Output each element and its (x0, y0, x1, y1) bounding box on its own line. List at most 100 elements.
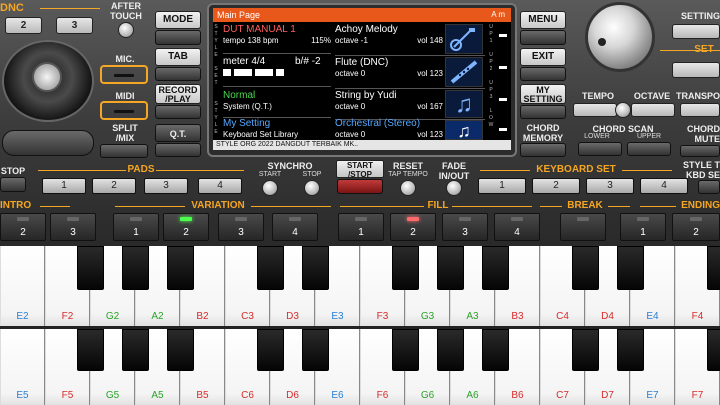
style-cell[interactable]: DUT MANUAL 1 tempo 138 bpm 115% (223, 24, 331, 52)
fade-button[interactable] (446, 180, 462, 196)
key-label: B6 (511, 390, 524, 401)
chord-memory-button[interactable] (520, 143, 566, 157)
tempo-knob-icon[interactable] (615, 102, 631, 118)
exit-sub-button[interactable] (520, 67, 566, 81)
black-key[interactable] (166, 329, 194, 371)
key-label: F2 (61, 311, 74, 322)
mode-sub-button[interactable] (155, 30, 201, 45)
section-button[interactable]: 1 (338, 213, 384, 241)
black-key[interactable] (121, 329, 149, 371)
qt-button[interactable]: Q.T. (155, 124, 201, 142)
black-key[interactable] (481, 246, 509, 290)
tab-sub-button[interactable] (155, 67, 201, 81)
section-button[interactable]: 2 (163, 213, 209, 241)
pad-1-button[interactable]: 1 (42, 178, 86, 194)
octave-button[interactable] (631, 103, 675, 117)
start-stop-label: START /STOP (336, 160, 384, 179)
kbd-set-4-button[interactable]: 4 (640, 178, 688, 194)
kbd-set-1-button[interactable]: 1 (478, 178, 526, 194)
voice-row-up3[interactable]: String by Yudi octave 0 vol 167 (335, 90, 443, 118)
black-key[interactable] (436, 329, 464, 371)
section-button[interactable]: 4 (272, 213, 318, 241)
record-play-button[interactable]: RECORD /PLAY (155, 84, 201, 104)
section-button[interactable]: 2 (672, 213, 720, 241)
pad-2-button[interactable]: 2 (92, 178, 136, 194)
menu-sub-button[interactable] (520, 30, 566, 45)
qt-sub-button[interactable] (155, 143, 201, 157)
transpose-button[interactable] (680, 103, 720, 117)
voice-row-up2[interactable]: Flute (DNC) octave 0 vol 123 (335, 57, 443, 87)
black-key[interactable] (76, 246, 104, 290)
program-cell[interactable]: Normal System (Q.T.) (223, 90, 331, 116)
white-key-e5[interactable]: E5 (0, 329, 45, 405)
black-key[interactable] (391, 329, 419, 371)
key-label: F4 (691, 311, 704, 322)
set-button[interactable] (672, 62, 720, 78)
menu-button[interactable]: MENU (520, 11, 566, 29)
synchro-start-button[interactable] (262, 180, 278, 196)
black-key[interactable] (301, 246, 329, 290)
black-key[interactable] (616, 329, 644, 371)
after-touch-button[interactable] (118, 22, 134, 38)
section-button[interactable]: 3 (442, 213, 488, 241)
chord-mute-label: CHORD MUTE (687, 124, 720, 144)
intro-label: INTRO (0, 200, 32, 211)
pad-stop-button[interactable] (0, 177, 26, 192)
black-key[interactable] (571, 329, 599, 371)
modulation-bar[interactable] (2, 130, 94, 156)
section-button[interactable]: 2 (390, 213, 436, 241)
section-led (511, 217, 523, 221)
kbd-set-2-button[interactable]: 2 (532, 178, 580, 194)
split-mix-button[interactable] (100, 144, 148, 158)
chord-scan-upper-button[interactable] (627, 142, 671, 156)
section-button[interactable]: 2 (0, 213, 46, 241)
black-key[interactable] (301, 329, 329, 371)
style-kbd-button[interactable] (698, 180, 720, 194)
section-button[interactable]: 4 (494, 213, 540, 241)
my-setting-cell[interactable]: My Setting Keyboard Set Library (223, 118, 331, 140)
section-button[interactable]: 1 (620, 213, 666, 241)
black-key[interactable] (571, 246, 599, 290)
chord-scan-lower-button[interactable] (578, 142, 622, 156)
chord-mute-button[interactable] (680, 145, 720, 157)
mic-button[interactable] (100, 65, 148, 84)
black-key[interactable] (256, 329, 284, 371)
black-key[interactable] (436, 246, 464, 290)
tab-button[interactable]: TAB (155, 48, 201, 66)
kbd-set-3-button[interactable]: 3 (586, 178, 634, 194)
midi-button[interactable] (100, 101, 148, 120)
section-button[interactable]: 3 (218, 213, 264, 241)
black-key[interactable] (76, 329, 104, 371)
tap-tempo-button[interactable] (400, 180, 416, 196)
chord-memory-label: CHORD MEMORY (522, 123, 564, 143)
black-key[interactable] (706, 329, 720, 371)
data-dial[interactable] (585, 2, 655, 72)
section-button[interactable]: 1 (113, 213, 159, 241)
start-stop-button[interactable] (337, 179, 383, 194)
voice-row-lower[interactable]: Orchestral (Stereo) octave 0 vol 123 (335, 118, 443, 140)
black-key[interactable] (121, 246, 149, 290)
black-key[interactable] (391, 246, 419, 290)
black-key[interactable] (166, 246, 194, 290)
my-setting-sub-button[interactable] (520, 105, 566, 119)
section-button[interactable] (560, 213, 606, 241)
voice-row-up1[interactable]: Achoy Melody octave -1 vol 148 (335, 24, 443, 54)
synchro-stop-button[interactable] (304, 180, 320, 196)
black-key[interactable] (481, 329, 509, 371)
dnc-2-button[interactable]: 2 (5, 17, 42, 34)
section-button[interactable]: 3 (50, 213, 96, 241)
black-key[interactable] (256, 246, 284, 290)
dnc-3-button[interactable]: 3 (56, 17, 93, 34)
tempo-down-button[interactable] (573, 103, 617, 117)
my-setting-button[interactable]: MY SETTING (520, 84, 566, 104)
meter-cell[interactable]: meter 4/4 b/# -2 (223, 56, 331, 84)
exit-button[interactable]: EXIT (520, 48, 566, 66)
mode-button[interactable]: MODE (155, 11, 201, 29)
setting-button[interactable] (672, 24, 720, 39)
black-key[interactable] (616, 246, 644, 290)
white-key-e2[interactable]: E2 (0, 246, 45, 326)
pad-3-button[interactable]: 3 (144, 178, 188, 194)
record-sub-button[interactable] (155, 105, 201, 119)
black-key[interactable] (706, 246, 720, 290)
pad-4-button[interactable]: 4 (198, 178, 242, 194)
